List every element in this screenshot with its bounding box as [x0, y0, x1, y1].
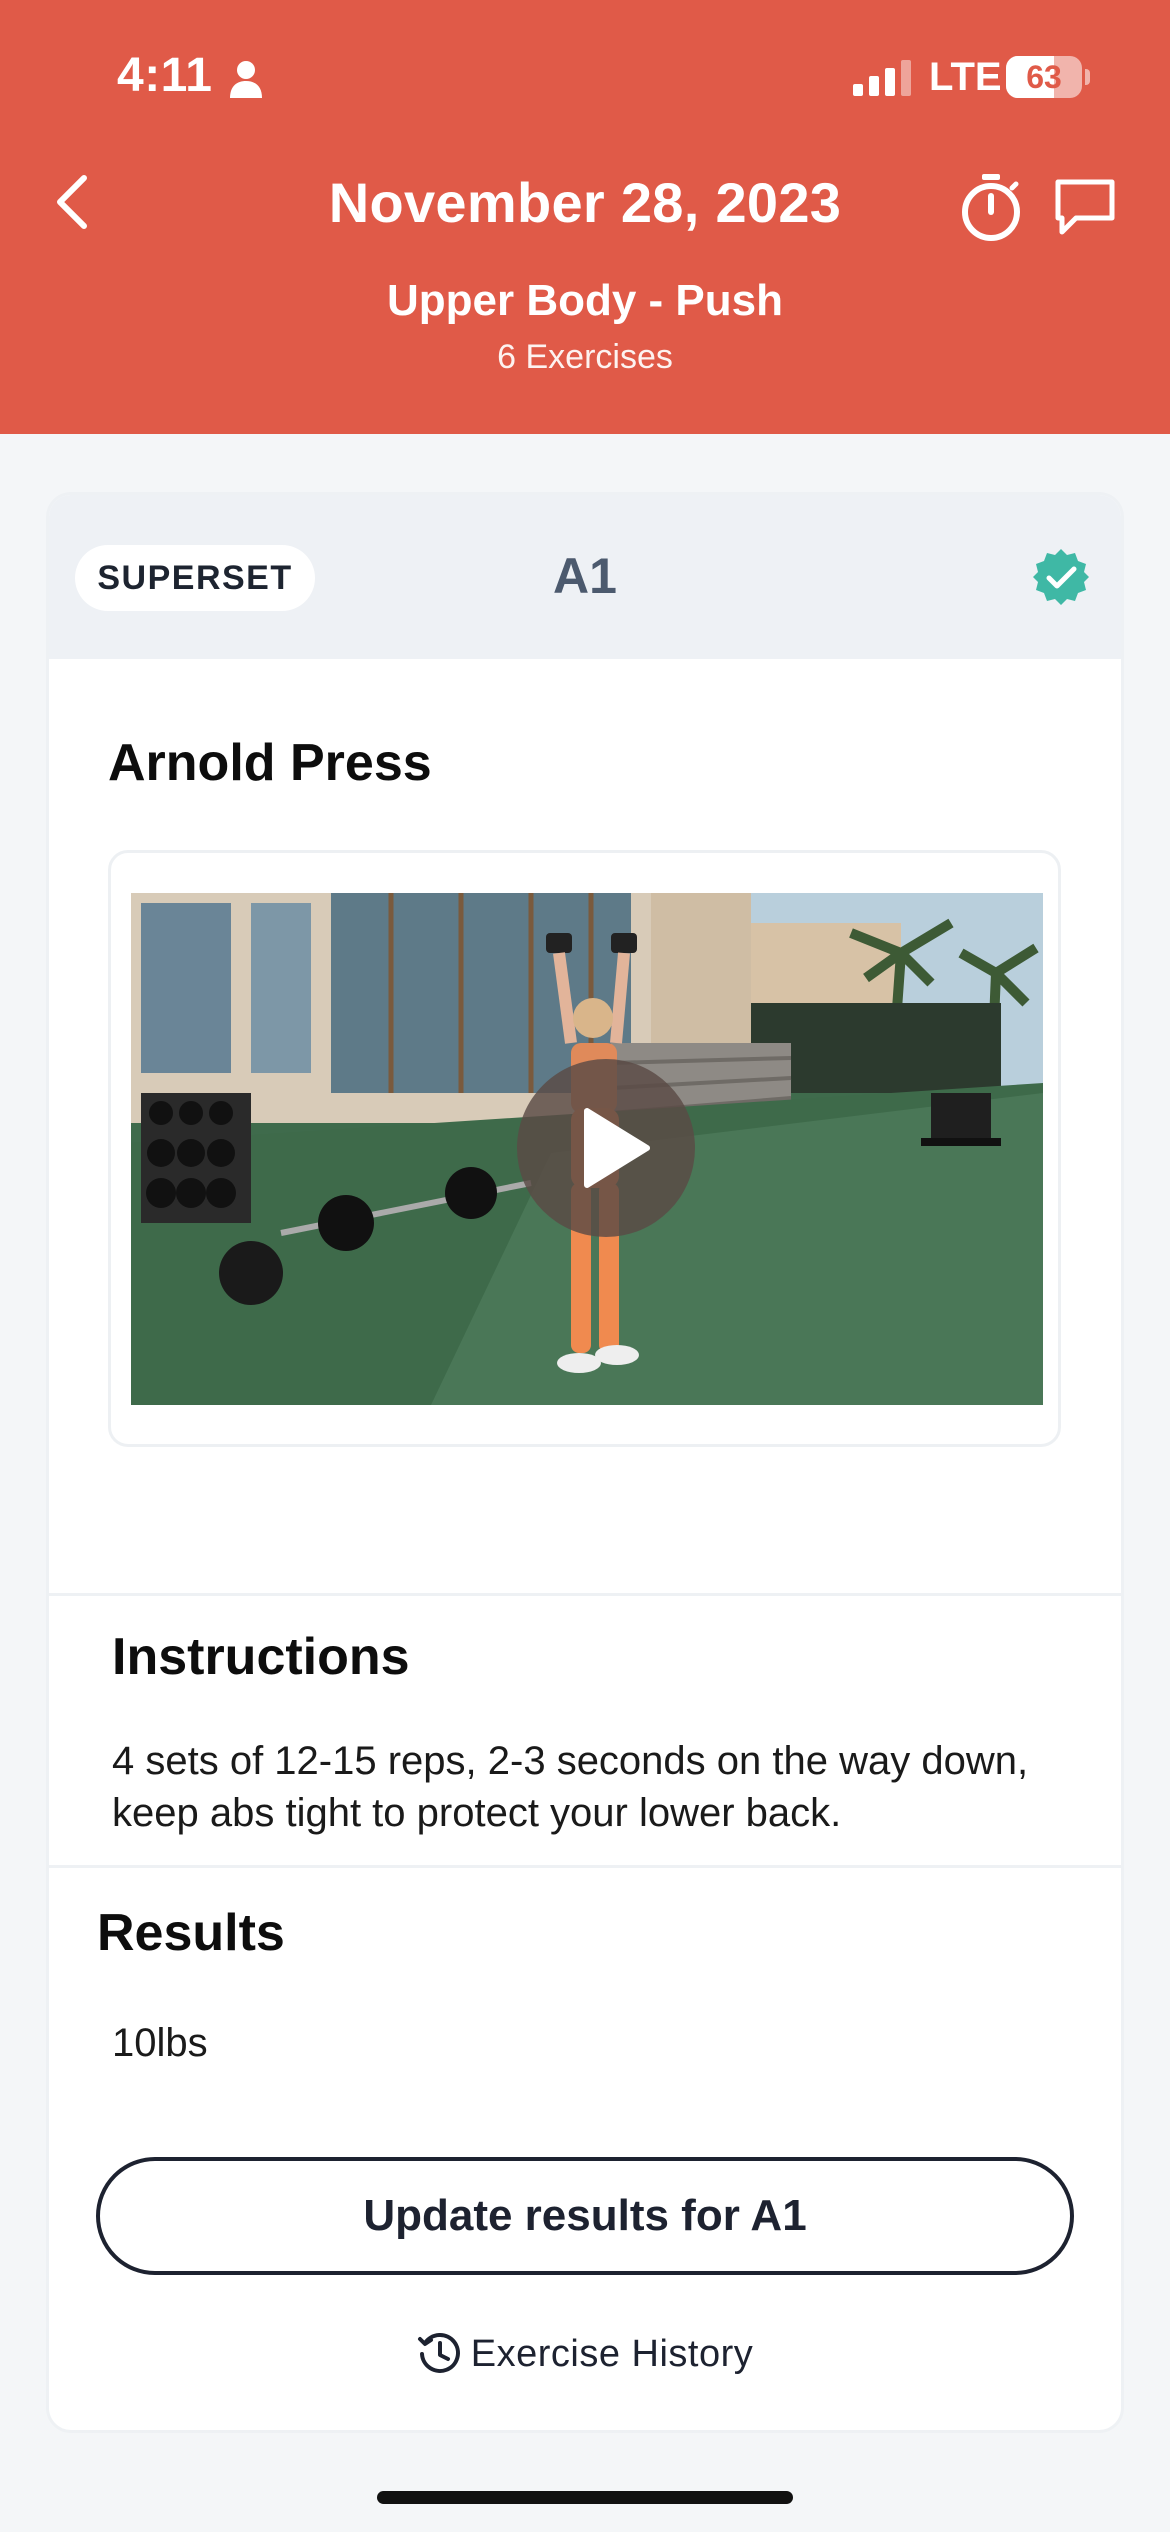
battery-level: 63	[1026, 59, 1062, 95]
status-bar: 4:11 LTE 63	[0, 0, 1170, 150]
status-time: 4:11	[117, 49, 213, 102]
stopwatch-icon[interactable]	[958, 172, 1024, 242]
exercise-history-label: Exercise History	[470, 2333, 754, 2375]
exercise-name: Arnold Press	[108, 734, 432, 792]
section-divider	[49, 1593, 1121, 1596]
signal-icon	[853, 60, 911, 96]
person-icon	[230, 61, 262, 98]
exercise-count: 6 Exercises	[497, 338, 673, 376]
workout-header: 4:11 LTE 63 November 28, 2023 Upper Body…	[0, 0, 1170, 434]
section-divider	[49, 1865, 1121, 1868]
card-header: SUPERSET A1	[49, 495, 1121, 659]
chat-icon[interactable]	[1052, 176, 1118, 238]
home-indicator	[377, 2491, 793, 2504]
exercise-history-link[interactable]: Exercise History	[49, 2325, 1121, 2389]
update-results-button[interactable]: Update results for A1	[96, 2157, 1074, 2275]
result-value: 10lbs	[112, 2021, 208, 2065]
play-icon	[584, 1108, 650, 1188]
history-icon	[417, 2333, 460, 2373]
battery-icon: 63	[1006, 56, 1090, 98]
block-label: A1	[553, 548, 617, 604]
results-title: Results	[97, 1904, 285, 1962]
network-label: LTE	[929, 55, 1002, 99]
instructions-text: 4 sets of 12-15 reps, 2-3 seconds on the…	[112, 1739, 1029, 1835]
workout-name: Upper Body - Push	[386, 276, 784, 325]
completed-check-icon	[1033, 549, 1089, 605]
play-button[interactable]	[517, 1059, 695, 1237]
instructions-title: Instructions	[112, 1628, 410, 1686]
video-player	[108, 850, 1061, 1447]
exercise-card: SUPERSET A1 Arnold Press Instructions 4 …	[49, 495, 1121, 2430]
video-thumbnail[interactable]	[131, 893, 1043, 1405]
